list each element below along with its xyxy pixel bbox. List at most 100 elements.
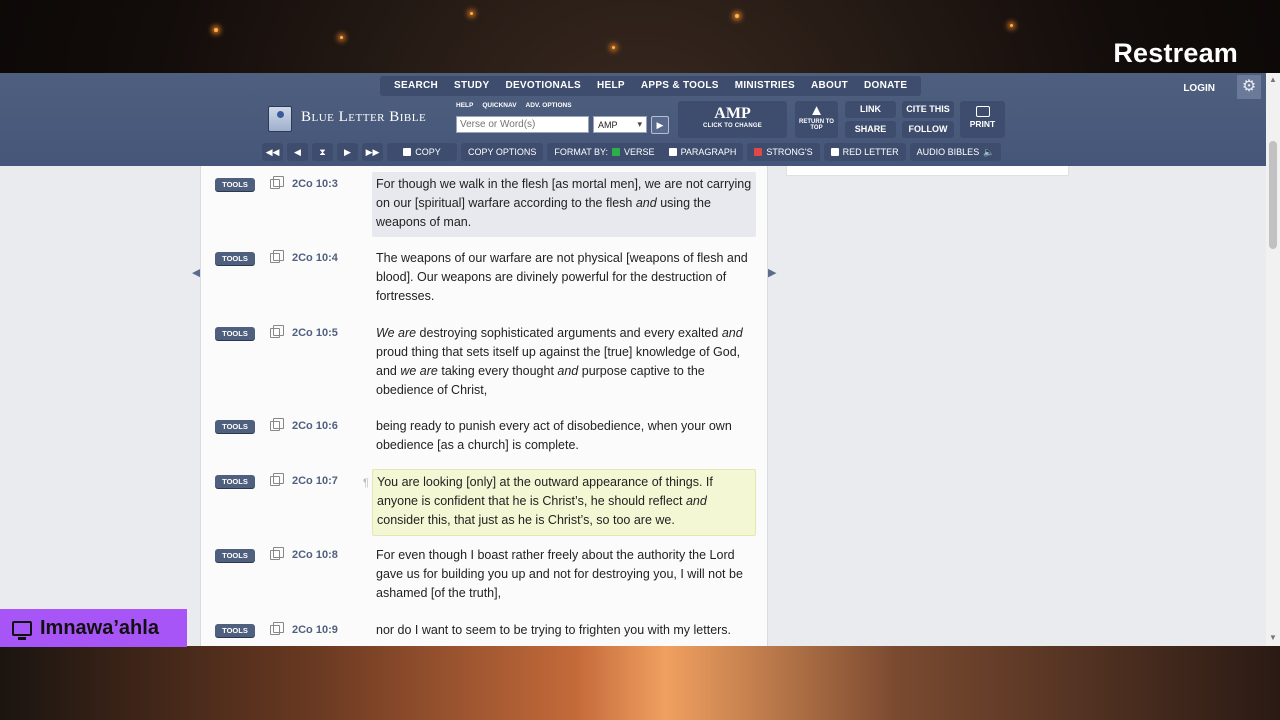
verse-reference[interactable]: 2Co 10:9 bbox=[292, 624, 338, 636]
verse-row: TOOLS 2Co 10:4 The weapons of our warfare … bbox=[201, 246, 769, 313]
verse-reference[interactable]: 2Co 10:6 bbox=[292, 420, 338, 432]
login-link[interactable]: LOGIN bbox=[1183, 83, 1215, 94]
verse-row: TOOLS 2Co 10:9 nor do I want to seem to be… bbox=[201, 618, 769, 646]
print-label: PRINT bbox=[969, 119, 996, 129]
copy-icon[interactable] bbox=[270, 418, 284, 431]
red-letter-toggle[interactable]: RED LETTER bbox=[823, 143, 906, 161]
return-top-label: RETURN TO TOP bbox=[799, 119, 834, 131]
nav-devotionals[interactable]: DEVOTIONALS bbox=[497, 76, 589, 96]
streamer-name: Imnawa’ahla bbox=[40, 616, 159, 639]
version-button-label: AMP bbox=[714, 105, 751, 122]
quicknav-link[interactable]: QUICKNAV bbox=[482, 102, 516, 109]
tools-button[interactable]: TOOLS bbox=[215, 178, 255, 191]
header: SEARCH STUDY DEVOTIONALS HELP APPS & TOO… bbox=[0, 73, 1266, 166]
strongs-toggle[interactable]: STRONG'S bbox=[747, 143, 820, 161]
verse-text: The weapons of our warfare are not physi… bbox=[372, 246, 756, 311]
verse-italic-word: and bbox=[685, 494, 707, 508]
scroll-down-icon[interactable]: ▼ bbox=[1269, 633, 1277, 642]
copy-icon[interactable] bbox=[270, 622, 284, 635]
link-button[interactable]: LINK bbox=[845, 101, 896, 118]
nav-donate[interactable]: DONATE bbox=[856, 76, 915, 96]
verse-text-segment: You are looking [only] at the outward ap… bbox=[377, 475, 713, 508]
next-arrow-icon[interactable]: ▶ bbox=[768, 266, 776, 279]
verse-reference[interactable]: 2Co 10:3 bbox=[292, 178, 338, 190]
copy-icon bbox=[403, 148, 412, 156]
verse-checkbox[interactable] bbox=[612, 148, 621, 156]
verse-row: TOOLS 2Co 10:3 For though we walk in the f… bbox=[201, 172, 769, 239]
verse-reference[interactable]: 2Co 10:7 bbox=[292, 475, 338, 487]
background-spark bbox=[735, 14, 739, 18]
verse-reference[interactable]: 2Co 10:8 bbox=[292, 549, 338, 561]
verse-italic-word: and bbox=[635, 196, 657, 210]
scroll-up-icon[interactable]: ▲ bbox=[1269, 75, 1277, 84]
search-go-button[interactable]: ▶ bbox=[651, 116, 669, 134]
share-button[interactable]: SHARE bbox=[845, 121, 896, 138]
nav-help[interactable]: HELP bbox=[589, 76, 633, 96]
restream-logo: Restream bbox=[1113, 38, 1238, 68]
gear-icon[interactable]: ⚙ bbox=[1237, 75, 1261, 99]
verse-italic-word: and bbox=[721, 326, 743, 340]
speaker-icon: 🔈 bbox=[983, 147, 995, 157]
nav-ministries[interactable]: MINISTRIES bbox=[727, 76, 803, 96]
audio-bibles-button[interactable]: AUDIO BIBLES 🔈 bbox=[909, 143, 1002, 161]
return-to-top-button[interactable]: ▲ RETURN TO TOP bbox=[795, 101, 838, 138]
last-chapter-button[interactable]: ▶▶ bbox=[362, 143, 383, 161]
follow-button[interactable]: FOLLOW bbox=[902, 121, 954, 138]
paragraph-icon: ¶ bbox=[363, 477, 369, 489]
first-chapter-button[interactable]: ◀◀ bbox=[262, 143, 283, 161]
verse-reference[interactable]: 2Co 10:5 bbox=[292, 327, 338, 339]
chapter-list-button[interactable]: ⧗ bbox=[312, 143, 333, 161]
copy-icon[interactable] bbox=[270, 250, 284, 263]
verse-italic-word: and bbox=[557, 364, 579, 378]
tools-button[interactable]: TOOLS bbox=[215, 624, 255, 637]
nav-about[interactable]: ABOUT bbox=[803, 76, 856, 96]
verse-text: For though we walk in the flesh [as mort… bbox=[372, 172, 756, 237]
tools-button[interactable]: TOOLS bbox=[215, 252, 255, 265]
verse-row: TOOLS 2Co 10:7 ¶ You are looking [only] at … bbox=[201, 469, 769, 536]
tools-button[interactable]: TOOLS bbox=[215, 475, 255, 488]
tools-button[interactable]: TOOLS bbox=[215, 549, 255, 562]
strongs-checkbox bbox=[754, 148, 763, 156]
background-spark bbox=[1010, 24, 1013, 27]
verse-text: being ready to punish every act of disob… bbox=[372, 414, 756, 460]
copy-options-button[interactable]: COPY OPTIONS bbox=[461, 143, 544, 161]
verse-italic-word: We are bbox=[376, 326, 417, 340]
prev-chapter-button[interactable]: ◀ bbox=[287, 143, 308, 161]
return-top-icon: ▲ bbox=[809, 102, 824, 119]
paragraph-checkbox[interactable] bbox=[668, 148, 677, 156]
scrollbar[interactable]: ▲ ▼ bbox=[1266, 73, 1280, 646]
cite-button[interactable]: CITE THIS bbox=[902, 101, 954, 118]
next-chapter-button[interactable]: ▶ bbox=[337, 143, 358, 161]
toolbar: ◀◀ ◀ ⧗ ▶ ▶▶ COPY COPY OPTIONS FORMAT BY:… bbox=[262, 143, 1002, 161]
monitor-icon bbox=[12, 620, 32, 640]
logo-text[interactable]: Blue Letter Bible bbox=[301, 109, 426, 126]
version-button-hint: CLICK TO CHANGE bbox=[703, 123, 762, 129]
copy-icon[interactable] bbox=[270, 176, 284, 189]
background-spark bbox=[470, 12, 473, 15]
verse-text-segment: consider this, that just as he is Christ… bbox=[377, 513, 675, 527]
copy-icon[interactable] bbox=[270, 547, 284, 560]
version-select[interactable]: AMP bbox=[593, 116, 647, 133]
help-link[interactable]: HELP bbox=[456, 102, 473, 109]
tools-button[interactable]: TOOLS bbox=[215, 420, 255, 433]
copy-icon[interactable] bbox=[270, 325, 284, 338]
print-button[interactable]: PRINT bbox=[960, 101, 1005, 138]
tools-button[interactable]: TOOLS bbox=[215, 327, 255, 340]
browser-window: SEARCH STUDY DEVOTIONALS HELP APPS & TOO… bbox=[0, 73, 1280, 646]
version-button[interactable]: AMP CLICK TO CHANGE bbox=[678, 101, 787, 138]
red-letter-label: RED LETTER bbox=[842, 147, 899, 157]
logo-icon[interactable] bbox=[268, 106, 292, 132]
verse-text-segment: destroying sophisticated arguments and e… bbox=[416, 326, 722, 340]
nav-apps-tools[interactable]: APPS & TOOLS bbox=[633, 76, 727, 96]
verse-text: We are destroying sophisticated argument… bbox=[372, 321, 756, 405]
nav-study[interactable]: STUDY bbox=[446, 76, 497, 96]
adv-options-link[interactable]: ADV. OPTIONS bbox=[526, 102, 572, 109]
search-input[interactable] bbox=[456, 116, 589, 133]
verse-reference[interactable]: 2Co 10:4 bbox=[292, 252, 338, 264]
copy-button[interactable]: COPY bbox=[387, 143, 457, 161]
side-panel bbox=[786, 166, 1069, 176]
background-spark bbox=[214, 28, 218, 32]
copy-icon[interactable] bbox=[270, 473, 284, 486]
nav-search[interactable]: SEARCH bbox=[386, 76, 446, 96]
scrollbar-thumb[interactable] bbox=[1269, 141, 1277, 249]
